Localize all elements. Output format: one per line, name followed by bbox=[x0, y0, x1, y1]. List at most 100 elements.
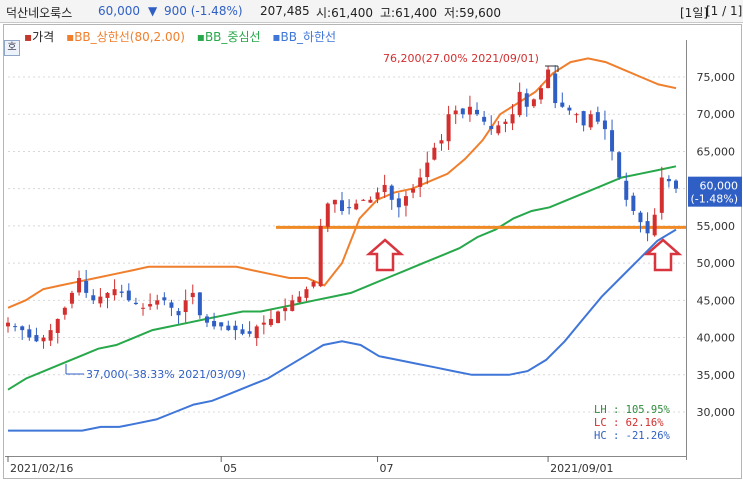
candle-body bbox=[169, 302, 174, 308]
candle-body bbox=[638, 212, 643, 223]
candle-body bbox=[553, 73, 558, 104]
candle-body bbox=[77, 278, 82, 293]
candle-body bbox=[446, 114, 451, 142]
candle-body bbox=[432, 147, 437, 160]
candle-body bbox=[610, 130, 615, 152]
candle-body bbox=[460, 108, 465, 115]
candle-body bbox=[62, 307, 67, 315]
candle-body bbox=[418, 177, 423, 187]
candle-body bbox=[55, 318, 60, 334]
y-tick-label: 45,000 bbox=[697, 294, 736, 307]
y-tick-label: 65,000 bbox=[697, 145, 736, 158]
candle-body bbox=[176, 311, 181, 316]
candle-body bbox=[425, 162, 430, 178]
candle-body bbox=[467, 106, 472, 115]
price-badge-value: 60,000 bbox=[700, 180, 739, 193]
candle-body bbox=[666, 178, 671, 182]
candle-body bbox=[510, 114, 515, 124]
candle-body bbox=[91, 295, 96, 301]
candle-body bbox=[318, 225, 323, 287]
candle-body bbox=[69, 292, 74, 304]
candle-body bbox=[602, 120, 607, 130]
candle-body bbox=[496, 125, 501, 134]
candle-body bbox=[112, 289, 117, 296]
candle-body bbox=[261, 322, 266, 325]
bb-lower-line bbox=[8, 228, 677, 432]
candle-body bbox=[268, 318, 273, 326]
y-tick-label: 70,000 bbox=[697, 108, 736, 121]
candle-body bbox=[581, 111, 586, 126]
candle-body bbox=[403, 196, 408, 206]
candle-body bbox=[240, 329, 245, 334]
candle-body bbox=[524, 93, 529, 107]
candle-body bbox=[276, 311, 281, 324]
candle-body bbox=[567, 107, 572, 111]
stat-hc: HC : -21.26% bbox=[594, 430, 670, 442]
candle-body bbox=[475, 109, 480, 115]
candle-body bbox=[659, 177, 664, 213]
candle-body bbox=[340, 200, 344, 211]
candle-body bbox=[531, 99, 536, 107]
candle-body bbox=[133, 302, 138, 305]
candle-body bbox=[84, 280, 89, 293]
y-tick-label: 55,000 bbox=[697, 220, 736, 233]
candle-body bbox=[6, 322, 10, 327]
candle-body bbox=[588, 114, 593, 128]
y-tick-label: 40,000 bbox=[697, 332, 736, 345]
y-tick-label: 35,000 bbox=[697, 369, 736, 382]
candle-body bbox=[48, 330, 53, 341]
candle-body bbox=[439, 140, 444, 144]
candle-body bbox=[368, 199, 373, 203]
bb-upper-line bbox=[7, 57, 677, 309]
candle-body bbox=[20, 326, 25, 331]
candle-body bbox=[183, 300, 188, 313]
stat-lh: LH : 105.95% bbox=[594, 404, 670, 416]
candle-body bbox=[453, 110, 458, 115]
candle-body bbox=[489, 125, 494, 130]
candle-body bbox=[645, 221, 650, 234]
candle-body bbox=[382, 184, 387, 193]
x-tick-label: 07 bbox=[380, 462, 394, 475]
annotation-high: 76,200(27.00% 2021/09/01) bbox=[383, 52, 539, 65]
annotation-low: 37,000(-38.33% 2021/03/09) bbox=[86, 368, 246, 381]
candle-body bbox=[27, 329, 32, 338]
candle-body bbox=[354, 203, 359, 210]
candle-body bbox=[311, 281, 316, 287]
candle-body bbox=[304, 289, 309, 298]
candle-body bbox=[41, 337, 46, 342]
candle-body bbox=[538, 88, 543, 100]
candle-body bbox=[624, 180, 629, 200]
candle-body bbox=[233, 325, 238, 331]
y-tick-label: 75,000 bbox=[697, 71, 736, 84]
candle-body bbox=[595, 112, 600, 122]
candle-body bbox=[283, 307, 288, 312]
support-arrow-right bbox=[643, 238, 683, 272]
x-tick-label: 2021/02/16 bbox=[10, 462, 73, 475]
candle-body bbox=[155, 300, 160, 305]
candle-body bbox=[325, 203, 330, 227]
candle-body bbox=[290, 300, 295, 311]
y-tick-label: 30,000 bbox=[697, 406, 736, 419]
candle-body bbox=[652, 214, 657, 236]
candle-body bbox=[361, 199, 366, 201]
candle-body bbox=[347, 207, 352, 209]
candle-body bbox=[148, 304, 153, 307]
price-badge-change: (-1.48%) bbox=[691, 193, 739, 206]
candle-body bbox=[617, 152, 622, 178]
candle-body bbox=[226, 325, 231, 331]
candle-body bbox=[126, 290, 131, 301]
candle-body bbox=[517, 91, 522, 116]
candle-body bbox=[332, 199, 337, 205]
candle-body bbox=[162, 297, 167, 301]
candle-body bbox=[546, 69, 551, 89]
candle-body bbox=[119, 291, 124, 293]
candle-body bbox=[560, 102, 565, 107]
candle-body bbox=[141, 307, 146, 309]
candle-body bbox=[197, 292, 202, 316]
support-arrow-left bbox=[365, 238, 405, 272]
candle-body bbox=[503, 121, 508, 124]
candle-body bbox=[375, 192, 380, 199]
candle-body bbox=[34, 335, 39, 342]
candle-body bbox=[482, 116, 487, 122]
x-tick-label: 05 bbox=[223, 462, 237, 475]
